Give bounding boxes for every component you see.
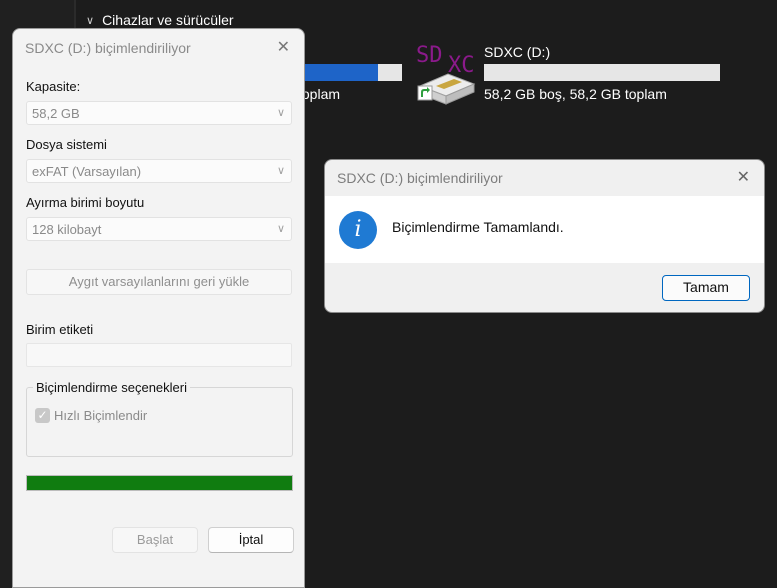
message-box-text: Biçimlendirme Tamamlandı. <box>392 219 564 235</box>
section-header-devices[interactable]: ∨ Cihazlar ve sürücüler <box>86 12 234 28</box>
filesystem-value: exFAT (Varsayılan) <box>32 164 142 179</box>
drive1-usage-bar <box>294 64 402 81</box>
message-box-titlebar[interactable]: SDXC (D:) biçimlendiriliyor ✕ <box>325 160 764 196</box>
drive2-usage-bar <box>484 64 720 81</box>
volume-label-input[interactable] <box>26 343 292 367</box>
cancel-button[interactable]: İptal <box>208 527 294 553</box>
allocation-label: Ayırma birimi boyutu <box>26 195 145 210</box>
format-dialog: SDXC (D:) biçimlendiriliyor ✕ Kapasite: … <box>12 28 305 588</box>
format-progress-fill <box>27 476 292 490</box>
capacity-select[interactable]: 58,2 GB ∨ <box>26 101 292 125</box>
filesystem-select[interactable]: exFAT (Varsayılan) ∨ <box>26 159 292 183</box>
format-dialog-titlebar[interactable]: SDXC (D:) biçimlendiriliyor ✕ <box>13 29 304 65</box>
format-complete-message-box: SDXC (D:) biçimlendiriliyor ✕ i Biçimlen… <box>324 159 765 313</box>
info-icon: i <box>339 211 377 249</box>
chevron-down-icon: ∨ <box>276 107 285 119</box>
chevron-down-icon: ∨ <box>276 223 285 235</box>
message-box-title: SDXC (D:) biçimlendiriliyor <box>337 170 503 186</box>
sd-logo-text: SD <box>416 43 443 68</box>
start-button[interactable]: Başlat <box>112 527 198 553</box>
filesystem-label: Dosya sistemi <box>26 137 107 152</box>
message-box-body: i Biçimlendirme Tamamlandı. <box>325 196 764 263</box>
close-icon[interactable]: ✕ <box>737 167 750 187</box>
allocation-select[interactable]: 128 kilobayt ∨ <box>26 217 292 241</box>
checkmark-icon: ✓ <box>37 408 48 422</box>
volume-label-label: Birim etiketi <box>26 322 94 337</box>
format-progress-bar <box>26 475 293 491</box>
xc-logo-text: XC <box>448 53 475 78</box>
drive1-usage-fill <box>294 64 379 81</box>
drive2-name[interactable]: SDXC (D:) <box>484 44 550 60</box>
capacity-label: Kapasite: <box>26 79 81 94</box>
close-icon[interactable]: ✕ <box>277 37 290 57</box>
sd-card-drive-icon[interactable]: SD XC <box>414 38 480 106</box>
quick-format-label: Hızlı Biçimlendir <box>54 408 148 423</box>
ok-button[interactable]: Tamam <box>662 275 750 301</box>
capacity-value: 58,2 GB <box>32 106 80 121</box>
drive2-space-text: 58,2 GB boş, 58,2 GB toplam <box>484 86 667 102</box>
chevron-down-icon: ∨ <box>276 165 285 177</box>
section-header-label: Cihazlar ve sürücüler <box>102 12 234 28</box>
chevron-down-icon: ∨ <box>86 14 95 27</box>
allocation-value: 128 kilobayt <box>32 222 102 237</box>
format-options-title: Biçimlendirme seçenekleri <box>33 380 190 395</box>
quick-format-checkbox[interactable]: ✓ <box>35 408 50 423</box>
format-dialog-title: SDXC (D:) biçimlendiriliyor <box>25 40 191 56</box>
restore-defaults-button[interactable]: Aygıt varsayılanlarını geri yükle <box>26 269 292 295</box>
